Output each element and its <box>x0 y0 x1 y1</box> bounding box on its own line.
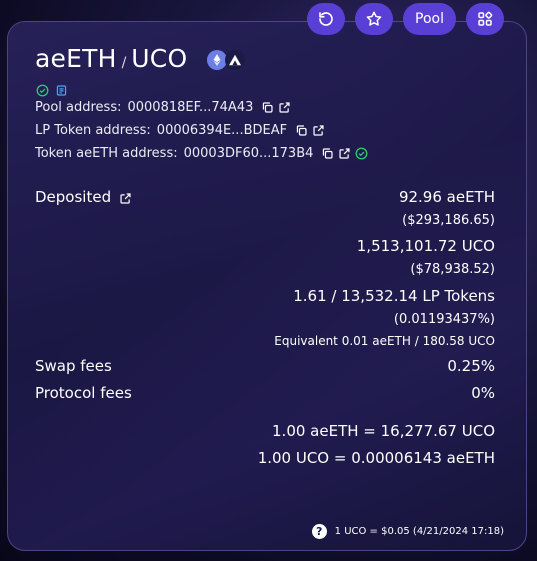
equivalent-amount: Equivalent 0.01 aeETH / 180.58 UCO <box>274 334 495 348</box>
help-icon[interactable]: ? <box>311 524 327 539</box>
deposited-token1-amount: 92.96 aeETH <box>398 188 495 206</box>
external-link-icon[interactable] <box>119 191 132 204</box>
price-info: 1 UCO = $0.05 (4/21/2024 17:18) <box>334 526 504 537</box>
pair-title: aeETH / UCO <box>35 44 187 73</box>
rate-token2-to-token1: 1.00 UCO = 0.00006143 aeETH <box>257 449 495 467</box>
swap-fees-value: 0.25% <box>447 357 495 375</box>
document-icon[interactable] <box>55 82 68 96</box>
verified-check-icon <box>36 82 49 97</box>
rate-token1-to-token2: 1.00 aeETH = 16,277.67 UCO <box>272 422 495 440</box>
refresh-icon <box>319 12 333 26</box>
status-badges <box>36 82 68 97</box>
deposited-label: Deposited <box>35 188 112 206</box>
lp-tokens-amount: 1.61 / 13,532.14 LP Tokens <box>293 287 495 305</box>
ethereum-icon <box>207 50 227 70</box>
token-address-value: 00003DF60...173B4 <box>183 146 314 161</box>
copy-icon[interactable] <box>261 101 274 114</box>
copy-icon[interactable] <box>295 124 308 137</box>
star-icon <box>366 11 382 26</box>
deposited-token1-usd: ($293,186.65) <box>402 213 495 228</box>
apps-button[interactable] <box>466 3 504 35</box>
token2-symbol: UCO <box>131 44 188 73</box>
refresh-button[interactable] <box>307 3 346 35</box>
external-link-icon[interactable] <box>312 124 325 137</box>
pair-separator: / <box>121 55 127 71</box>
token-address-row: Token aeETH address: 00003DF60...173B4 <box>35 146 368 161</box>
lp-token-address-value: 00006394E...BDEAF <box>156 123 288 138</box>
external-link-icon[interactable] <box>338 147 351 160</box>
deposited-token2-amount: 1,513,101.72 UCO <box>356 237 495 255</box>
pool-button-label: Pool <box>415 11 444 27</box>
copy-icon[interactable] <box>321 147 334 160</box>
token1-symbol: aeETH <box>35 44 117 73</box>
swap-fees-label: Swap fees <box>35 357 112 375</box>
uco-icon <box>225 50 245 70</box>
verified-check-icon <box>355 147 368 160</box>
token-icons <box>207 50 245 70</box>
lp-share-percent: (0.01193437%) <box>393 312 495 327</box>
deposited-row: Deposited <box>35 188 132 206</box>
pool-address-label: Pool address: <box>35 100 122 115</box>
pool-address-value: 0000818EF...74A43 <box>127 100 254 115</box>
pool-button[interactable]: Pool <box>403 3 456 35</box>
token-address-label: Token aeETH address: <box>35 146 178 161</box>
lp-token-address-row: LP Token address: 00006394E...BDEAF <box>35 123 325 138</box>
pool-toolbar: Pool <box>307 3 504 35</box>
protocol-fees-value: 0% <box>471 384 495 402</box>
apps-icon <box>478 11 493 26</box>
price-footer: ? 1 UCO = $0.05 (4/21/2024 17:18) <box>311 524 504 539</box>
deposited-token2-usd: ($78,938.52) <box>410 262 495 277</box>
protocol-fees-label: Protocol fees <box>35 384 132 402</box>
pool-address-row: Pool address: 0000818EF...74A43 <box>35 100 291 115</box>
external-link-icon[interactable] <box>278 101 291 114</box>
favorite-button[interactable] <box>355 3 394 35</box>
lp-token-address-label: LP Token address: <box>35 123 151 138</box>
